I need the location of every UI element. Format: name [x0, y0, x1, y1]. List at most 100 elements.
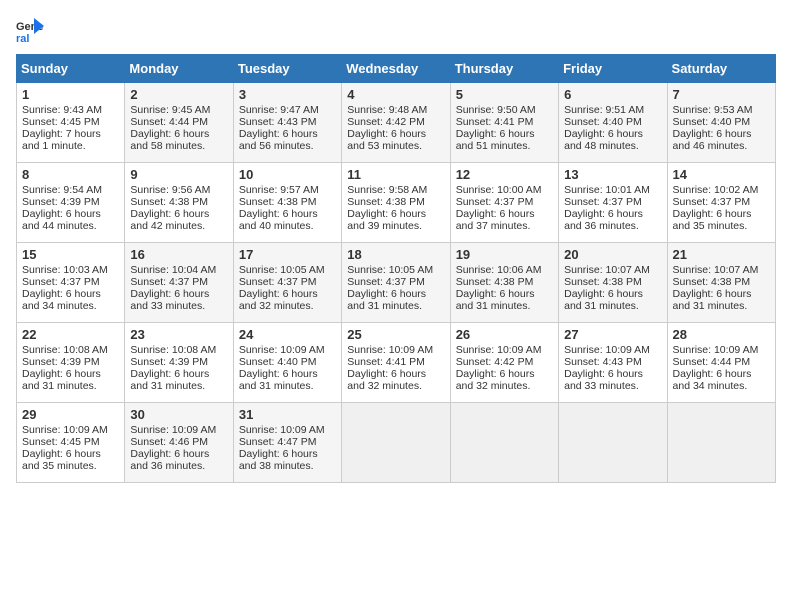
- daylight-text: Daylight: 6 hours and 40 minutes.: [239, 208, 336, 232]
- sunrise-text: Sunrise: 10:03 AM: [22, 264, 119, 276]
- sunrise-text: Sunrise: 9:43 AM: [22, 104, 119, 116]
- sunset-text: Sunset: 4:37 PM: [347, 276, 444, 288]
- calendar-cell: 10Sunrise: 9:57 AMSunset: 4:38 PMDayligh…: [233, 163, 341, 243]
- daylight-text: Daylight: 6 hours and 58 minutes.: [130, 128, 227, 152]
- calendar-table: SundayMondayTuesdayWednesdayThursdayFrid…: [16, 54, 776, 483]
- sunset-text: Sunset: 4:44 PM: [673, 356, 770, 368]
- day-number: 23: [130, 327, 227, 342]
- daylight-text: Daylight: 6 hours and 31 minutes.: [564, 288, 661, 312]
- sunrise-text: Sunrise: 9:56 AM: [130, 184, 227, 196]
- day-number: 30: [130, 407, 227, 422]
- calendar-week-row: 22Sunrise: 10:08 AMSunset: 4:39 PMDaylig…: [17, 323, 776, 403]
- daylight-text: Daylight: 6 hours and 32 minutes.: [456, 368, 553, 392]
- sunset-text: Sunset: 4:38 PM: [564, 276, 661, 288]
- sunrise-text: Sunrise: 10:09 AM: [130, 424, 227, 436]
- calendar-cell: 3Sunrise: 9:47 AMSunset: 4:43 PMDaylight…: [233, 83, 341, 163]
- sunset-text: Sunset: 4:42 PM: [456, 356, 553, 368]
- sunrise-text: Sunrise: 10:08 AM: [22, 344, 119, 356]
- sunset-text: Sunset: 4:38 PM: [347, 196, 444, 208]
- daylight-text: Daylight: 6 hours and 32 minutes.: [347, 368, 444, 392]
- calendar-cell: 22Sunrise: 10:08 AMSunset: 4:39 PMDaylig…: [17, 323, 125, 403]
- calendar-cell: 27Sunrise: 10:09 AMSunset: 4:43 PMDaylig…: [559, 323, 667, 403]
- sunset-text: Sunset: 4:37 PM: [22, 276, 119, 288]
- sunset-text: Sunset: 4:42 PM: [347, 116, 444, 128]
- logo: Gene ral: [16, 16, 48, 44]
- daylight-text: Daylight: 6 hours and 56 minutes.: [239, 128, 336, 152]
- day-number: 7: [673, 87, 770, 102]
- day-number: 15: [22, 247, 119, 262]
- sunrise-text: Sunrise: 10:09 AM: [673, 344, 770, 356]
- calendar-week-row: 1Sunrise: 9:43 AMSunset: 4:45 PMDaylight…: [17, 83, 776, 163]
- sunset-text: Sunset: 4:47 PM: [239, 436, 336, 448]
- day-number: 13: [564, 167, 661, 182]
- sunset-text: Sunset: 4:38 PM: [456, 276, 553, 288]
- daylight-text: Daylight: 6 hours and 42 minutes.: [130, 208, 227, 232]
- calendar-cell: 13Sunrise: 10:01 AMSunset: 4:37 PMDaylig…: [559, 163, 667, 243]
- calendar-cell: 17Sunrise: 10:05 AMSunset: 4:37 PMDaylig…: [233, 243, 341, 323]
- sunrise-text: Sunrise: 10:09 AM: [347, 344, 444, 356]
- calendar-cell: 5Sunrise: 9:50 AMSunset: 4:41 PMDaylight…: [450, 83, 558, 163]
- sunrise-text: Sunrise: 9:54 AM: [22, 184, 119, 196]
- sunrise-text: Sunrise: 9:48 AM: [347, 104, 444, 116]
- sunset-text: Sunset: 4:46 PM: [130, 436, 227, 448]
- calendar-body: 1Sunrise: 9:43 AMSunset: 4:45 PMDaylight…: [17, 83, 776, 483]
- sunset-text: Sunset: 4:37 PM: [456, 196, 553, 208]
- day-number: 8: [22, 167, 119, 182]
- day-number: 16: [130, 247, 227, 262]
- calendar-cell: 24Sunrise: 10:09 AMSunset: 4:40 PMDaylig…: [233, 323, 341, 403]
- weekday-header: Wednesday: [342, 55, 450, 83]
- day-number: 4: [347, 87, 444, 102]
- day-number: 22: [22, 327, 119, 342]
- daylight-text: Daylight: 6 hours and 48 minutes.: [564, 128, 661, 152]
- sunset-text: Sunset: 4:39 PM: [22, 356, 119, 368]
- day-number: 19: [456, 247, 553, 262]
- calendar-cell: 26Sunrise: 10:09 AMSunset: 4:42 PMDaylig…: [450, 323, 558, 403]
- calendar-cell: 14Sunrise: 10:02 AMSunset: 4:37 PMDaylig…: [667, 163, 775, 243]
- sunset-text: Sunset: 4:39 PM: [130, 356, 227, 368]
- day-number: 17: [239, 247, 336, 262]
- daylight-text: Daylight: 6 hours and 33 minutes.: [130, 288, 227, 312]
- calendar-cell: 6 Sunrise: 9:51 AMSunset: 4:40 PMDaylight…: [559, 83, 667, 163]
- sunset-text: Sunset: 4:37 PM: [564, 196, 661, 208]
- sunset-text: Sunset: 4:41 PM: [456, 116, 553, 128]
- calendar-cell: 9Sunrise: 9:56 AMSunset: 4:38 PMDaylight…: [125, 163, 233, 243]
- sunset-text: Sunset: 4:41 PM: [347, 356, 444, 368]
- page-header: Gene ral: [16, 16, 776, 44]
- day-number: 24: [239, 327, 336, 342]
- daylight-text: Daylight: 6 hours and 46 minutes.: [673, 128, 770, 152]
- calendar-cell: 4Sunrise: 9:48 AMSunset: 4:42 PMDaylight…: [342, 83, 450, 163]
- sunrise-text: Sunrise: 9:50 AM: [456, 104, 553, 116]
- day-number: 25: [347, 327, 444, 342]
- daylight-text: Daylight: 7 hours and 1 minute.: [22, 128, 119, 152]
- sunrise-text: Sunrise: 10:09 AM: [239, 344, 336, 356]
- day-number: 31: [239, 407, 336, 422]
- calendar-cell: 11Sunrise: 9:58 AMSunset: 4:38 PMDayligh…: [342, 163, 450, 243]
- daylight-text: Daylight: 6 hours and 38 minutes.: [239, 448, 336, 472]
- day-number: 9: [130, 167, 227, 182]
- calendar-cell: [559, 403, 667, 483]
- day-number: 12: [456, 167, 553, 182]
- sunset-text: Sunset: 4:40 PM: [239, 356, 336, 368]
- sunset-text: Sunset: 4:44 PM: [130, 116, 227, 128]
- sunrise-text: Sunrise: 9:47 AM: [239, 104, 336, 116]
- calendar-cell: 31Sunrise: 10:09 AMSunset: 4:47 PMDaylig…: [233, 403, 341, 483]
- day-number: 6: [564, 87, 661, 102]
- logo-icon: Gene ral: [16, 16, 44, 44]
- weekday-header: Tuesday: [233, 55, 341, 83]
- sunrise-text: Sunrise: 10:09 AM: [564, 344, 661, 356]
- calendar-cell: [450, 403, 558, 483]
- weekday-header: Friday: [559, 55, 667, 83]
- calendar-week-row: 15Sunrise: 10:03 AMSunset: 4:37 PMDaylig…: [17, 243, 776, 323]
- day-number: 1: [22, 87, 119, 102]
- calendar-cell: 15Sunrise: 10:03 AMSunset: 4:37 PMDaylig…: [17, 243, 125, 323]
- daylight-text: Daylight: 6 hours and 31 minutes.: [130, 368, 227, 392]
- daylight-text: Daylight: 6 hours and 33 minutes.: [564, 368, 661, 392]
- calendar-cell: 16Sunrise: 10:04 AMSunset: 4:37 PMDaylig…: [125, 243, 233, 323]
- calendar-cell: 7Sunrise: 9:53 AMSunset: 4:40 PMDaylight…: [667, 83, 775, 163]
- sunrise-text: Sunrise: 10:04 AM: [130, 264, 227, 276]
- sunset-text: Sunset: 4:40 PM: [564, 116, 661, 128]
- calendar-cell: 12Sunrise: 10:00 AMSunset: 4:37 PMDaylig…: [450, 163, 558, 243]
- daylight-text: Daylight: 6 hours and 35 minutes.: [22, 448, 119, 472]
- sunrise-text: Sunrise: 9:58 AM: [347, 184, 444, 196]
- sunrise-text: Sunrise: 9:51 AM: [564, 104, 661, 116]
